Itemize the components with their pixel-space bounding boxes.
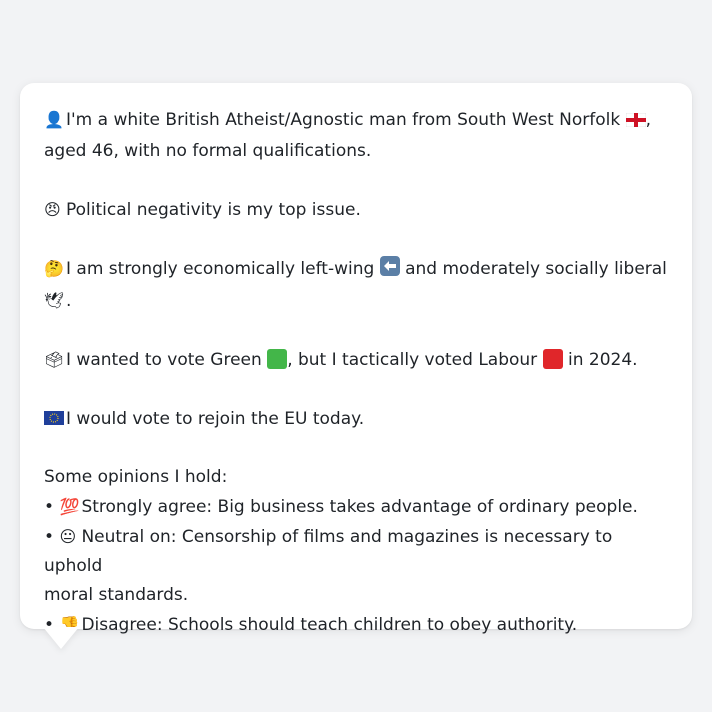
angry-face-icon: 😠 [44,200,61,219]
vote-text-1: I wanted to vote Green [66,350,262,370]
intro-text-1: I'm a white British Atheist/Agnostic man… [66,110,621,130]
vote-line: 🗳I wanted to vote Green , but I tactical… [44,345,670,375]
intro-line-2: aged 46, with no formal qualifications. [44,141,372,161]
hundred-points-icon: 💯 [59,497,80,516]
opinion-item: • 👎 Disagree: Schools should teach childr… [44,610,670,640]
ideology-text-3: . [66,291,72,311]
opinions-heading: Some opinions I hold: [44,467,228,487]
england-flag-icon [625,108,646,137]
profile-content: 👤 I'm a white British Atheist/Agnostic ma… [44,105,670,640]
top-issue-line: 😠 Political negativity is my top issue. [44,195,670,225]
opinion-text: Strongly agree: Big business takes advan… [81,497,638,517]
top-issue-text: Political negativity is my top issue. [66,200,361,220]
vote-text-3: in 2024. [567,350,638,370]
ballot-box-icon: 🗳 [44,350,65,369]
ideology-line-2: 🕊. [44,286,670,316]
eu-text: I would vote to rejoin the EU today. [66,409,365,429]
eu-line: I would vote to rejoin the EU today. [44,404,670,434]
left-arrow-icon [379,256,400,286]
green-square-icon [267,349,288,369]
opinion-item: • 😐 Neutral on: Censorship of films and m… [44,522,670,581]
opinion-item: • 💯 Strongly agree: Big business takes ad… [44,492,670,522]
neutral-face-icon: 😐 [59,527,77,546]
message-card: 👤 I'm a white British Atheist/Agnostic ma… [20,83,692,635]
bullet: • [44,497,55,517]
bullet: • [44,527,55,547]
person-silhouette-icon: 👤 [44,110,64,129]
opinion-text: Neutral on: Censorship of films and maga… [44,527,613,576]
opinion-item-continuation: moral standards. [44,585,189,605]
eu-flag-icon [44,404,66,433]
dove-icon: 🕊 [44,291,65,310]
thinking-face-icon: 🤔 [44,259,64,278]
ideology-line: 🤔 I am strongly economically left-wing an… [44,254,670,286]
ideology-text-1: I am strongly economically left-wing [66,259,375,279]
intro-text-2: , [645,110,651,130]
speech-bubble-tail [43,627,79,649]
vote-text-2: , but I tactically voted Labour [287,350,538,370]
intro-line: 👤 I'm a white British Atheist/Agnostic ma… [44,105,670,137]
red-square-icon [542,349,563,369]
opinion-text: Disagree: Schools should teach children … [81,615,578,635]
ideology-text-2: and moderately socially liberal [405,259,667,279]
